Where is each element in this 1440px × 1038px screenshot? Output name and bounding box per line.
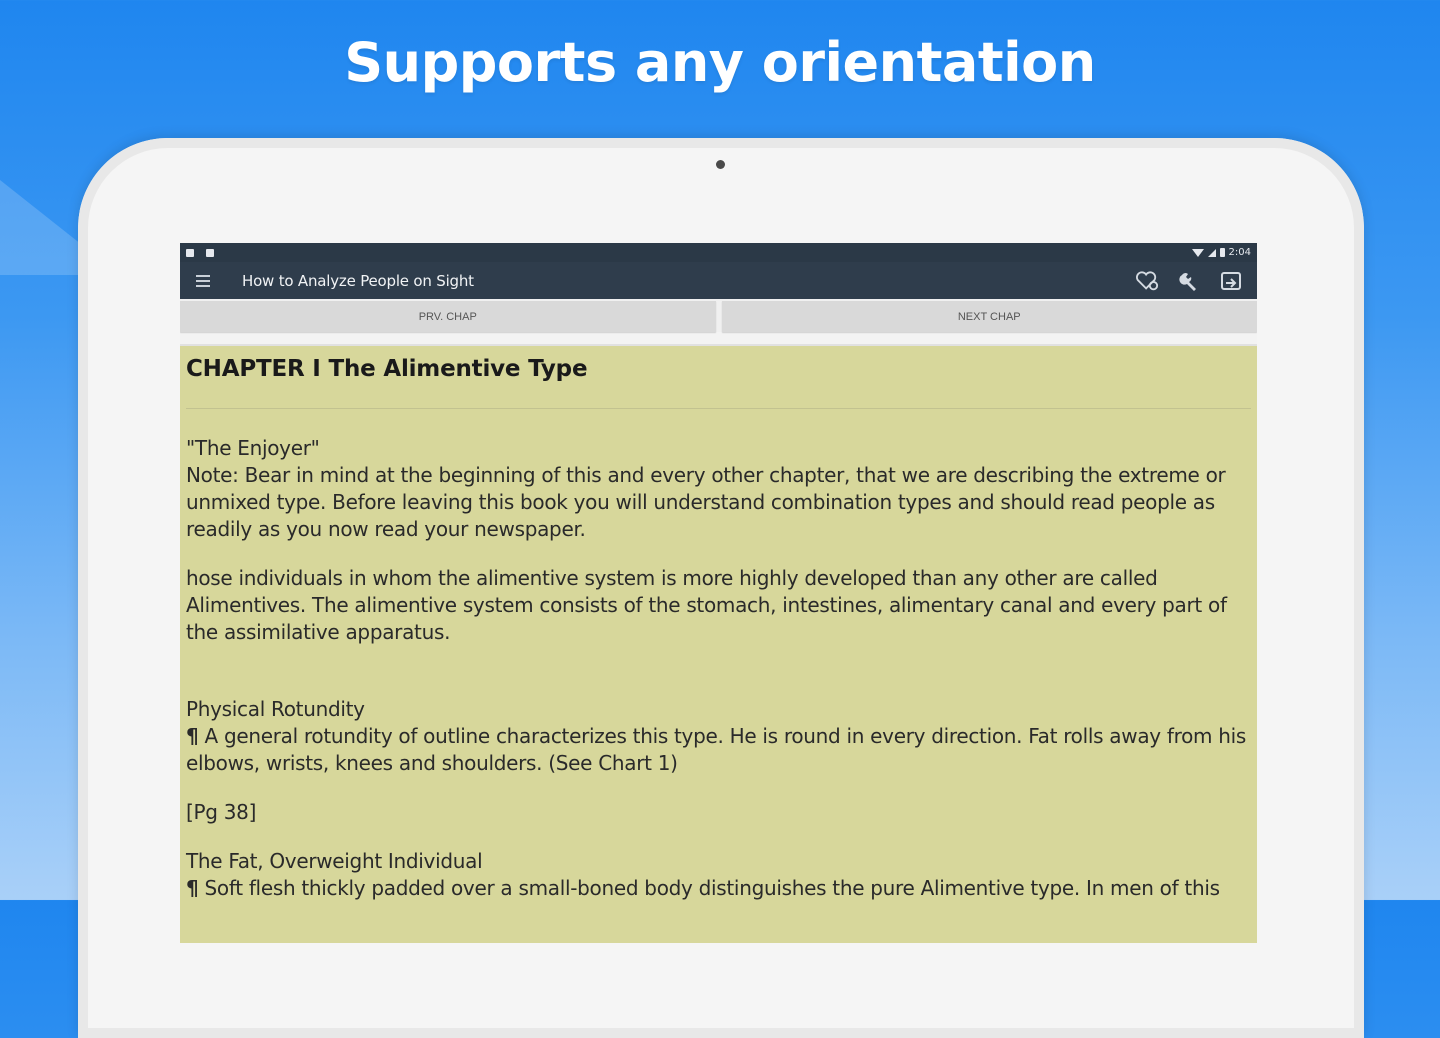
note-paragraph: Note: Bear in mind at the beginning of t… bbox=[186, 463, 1226, 541]
reader-content[interactable]: CHAPTER I The Alimentive Type "The Enjoy… bbox=[180, 346, 1257, 943]
body-paragraph: ¶ Soft flesh thickly padded over a small… bbox=[186, 875, 1251, 902]
battery-icon bbox=[1219, 248, 1225, 257]
intro-paragraph: hose individuals in whom the alimentive … bbox=[186, 566, 1227, 644]
notification-icon bbox=[186, 248, 194, 257]
app-toolbar: How to Analyze People on Sight bbox=[180, 262, 1257, 299]
body-paragraph: ¶ A general rotundity of outline charact… bbox=[186, 723, 1251, 777]
chapter-title: CHAPTER I The Alimentive Type bbox=[186, 356, 588, 382]
status-indicators: 2:04 bbox=[1191, 247, 1251, 258]
notification-icon bbox=[206, 248, 214, 257]
share-icon[interactable] bbox=[1219, 269, 1243, 293]
section-heading: Physical Rotundity bbox=[186, 697, 365, 721]
nav-divider bbox=[180, 332, 1257, 346]
status-bar: 2:04 bbox=[180, 243, 1257, 262]
section-heading: The Fat, Overweight Individual bbox=[186, 849, 483, 873]
app-title: How to Analyze People on Sight bbox=[242, 271, 474, 290]
page-marker: [Pg 38] bbox=[186, 800, 257, 824]
device-screen: 2:04 How to Analyze People on Sight PRV.… bbox=[180, 243, 1257, 943]
next-chapter-button[interactable]: NEXT CHAP bbox=[721, 301, 1257, 332]
subtitle-enjoyer: "The Enjoyer" bbox=[186, 436, 320, 460]
pilcrow-mark: ¶ bbox=[186, 876, 199, 900]
paragraph-text: Soft flesh thickly padded over a small-b… bbox=[204, 876, 1221, 900]
chapter-nav: PRV. CHAP NEXT CHAP bbox=[180, 299, 1257, 332]
camera-dot bbox=[716, 160, 725, 169]
menu-icon[interactable] bbox=[196, 268, 222, 294]
wrench-icon[interactable] bbox=[1177, 269, 1201, 293]
paragraph-text: A general rotundity of outline character… bbox=[186, 724, 1247, 775]
title-divider bbox=[186, 408, 1251, 409]
prev-chapter-button[interactable]: PRV. CHAP bbox=[180, 301, 716, 332]
signal-icon bbox=[1207, 248, 1216, 257]
pilcrow-mark: ¶ bbox=[186, 724, 199, 748]
promo-headline: Supports any orientation bbox=[344, 31, 1096, 94]
status-time: 2:04 bbox=[1228, 247, 1251, 258]
toolbar-actions bbox=[1135, 262, 1243, 299]
tablet-frame: 2:04 How to Analyze People on Sight PRV.… bbox=[78, 138, 1364, 1038]
heart-bookmark-icon[interactable] bbox=[1135, 269, 1159, 293]
wifi-icon bbox=[1191, 248, 1204, 257]
status-notifications bbox=[186, 248, 214, 257]
